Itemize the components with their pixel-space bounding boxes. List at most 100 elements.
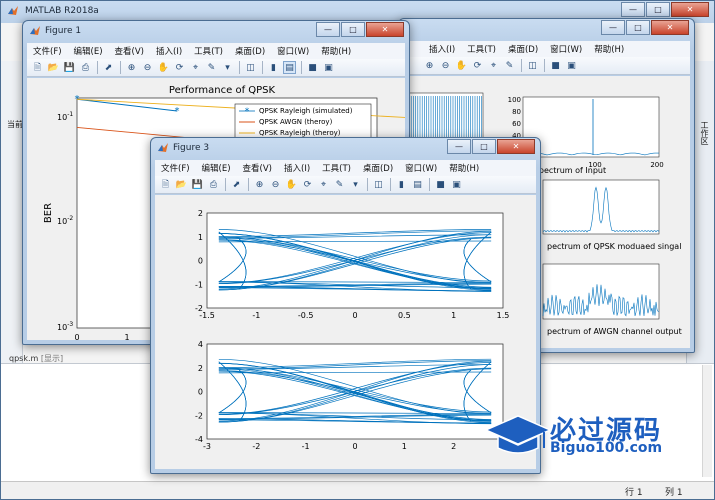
data-cursor-icon[interactable]: ⌖ — [487, 59, 500, 72]
close-button[interactable]: ✕ — [497, 139, 535, 154]
menu-item-4[interactable]: 帮助(H) — [594, 43, 624, 55]
menu-desktop[interactable]: 桌面(D) — [235, 45, 265, 57]
link-icon[interactable]: ◫ — [372, 178, 385, 191]
show-plot-tools-icon[interactable]: ▣ — [322, 61, 335, 74]
menu-view[interactable]: 查看(V) — [243, 162, 272, 174]
figure3-titlebar[interactable]: Figure 3 — □ ✕ — [151, 138, 540, 160]
colorbar-icon[interactable]: ▮ — [395, 178, 408, 191]
zoom-out-icon[interactable]: ⊖ — [141, 61, 154, 74]
menu-file[interactable]: 文件(F) — [33, 45, 62, 57]
zoom-out-icon[interactable]: ⊖ — [269, 178, 282, 191]
zoom-in-icon[interactable]: ⊕ — [125, 61, 138, 74]
close-button[interactable]: ✕ — [366, 22, 404, 37]
zoom-in-icon[interactable]: ⊕ — [423, 59, 436, 72]
brush-icon[interactable]: ✎ — [205, 61, 218, 74]
menu-help[interactable]: 帮助(H) — [321, 45, 351, 57]
ytick: 2 — [198, 209, 203, 218]
maximize-button[interactable]: □ — [472, 139, 496, 154]
ytick: 60 — [512, 120, 521, 128]
menu-item-1[interactable]: 工具(T) — [467, 43, 496, 55]
link-icon[interactable]: ◫ — [526, 59, 539, 72]
menu-tools[interactable]: 工具(T) — [194, 45, 223, 57]
menu-view[interactable]: 查看(V) — [115, 45, 144, 57]
link-icon[interactable]: ◫ — [244, 61, 257, 74]
menu-edit[interactable]: 编辑(E) — [74, 45, 103, 57]
print-icon[interactable]: ⎙ — [79, 61, 92, 74]
zoom-out-icon[interactable]: ⊖ — [439, 59, 452, 72]
figure1-titlebar[interactable]: Figure 1 — □ ✕ — [23, 21, 409, 43]
zoom-in-icon[interactable]: ⊕ — [253, 178, 266, 191]
xtick: -2 — [252, 442, 260, 451]
menu-item-3[interactable]: 窗口(W) — [550, 43, 582, 55]
menu-tools[interactable]: 工具(T) — [322, 162, 351, 174]
open-file-icon[interactable]: 📂 — [175, 178, 188, 191]
hide-plot-tools-icon[interactable]: ■ — [549, 59, 562, 72]
ytick-10-1: 10-1 — [57, 111, 73, 122]
show-plot-tools-icon[interactable]: ▣ — [565, 59, 578, 72]
maximize-button[interactable]: □ — [626, 20, 650, 35]
print-icon[interactable]: ⎙ — [207, 178, 220, 191]
rotate-icon[interactable]: ⟳ — [471, 59, 484, 72]
close-button[interactable]: ✕ — [651, 20, 689, 35]
xtick: -1 — [252, 311, 260, 320]
edit-plot-icon[interactable]: ⬈ — [230, 178, 243, 191]
menu-edit[interactable]: 编辑(E) — [202, 162, 231, 174]
maximize-button[interactable]: □ — [646, 2, 670, 17]
maximize-button[interactable]: □ — [341, 22, 365, 37]
ber-legend[interactable]: * QPSK Rayleigh (simulated) QPSK AWGN (t… — [234, 103, 372, 141]
rotate-icon[interactable]: ⟳ — [301, 178, 314, 191]
status-bar: 行 1 列 1 — [1, 481, 714, 499]
minimize-button[interactable]: — — [601, 20, 625, 35]
save-icon[interactable]: 💾 — [191, 178, 204, 191]
hide-plot-tools-icon[interactable]: ■ — [434, 178, 447, 191]
figure-bg-titlebar[interactable]: — □ ✕ — [399, 19, 694, 41]
current-folder-tab[interactable]: 当前 — [7, 119, 23, 130]
open-file-icon[interactable]: 📂 — [47, 61, 60, 74]
hide-plot-tools-icon[interactable]: ■ — [306, 61, 319, 74]
menu-item-0[interactable]: 插入(I) — [429, 43, 455, 55]
current-folder-panel[interactable] — [1, 61, 23, 379]
menu-window[interactable]: 窗口(W) — [277, 45, 309, 57]
menu-insert[interactable]: 插入(I) — [156, 45, 182, 57]
new-figure-icon[interactable]: 🗎 — [159, 178, 172, 191]
rotate-icon[interactable]: ⟳ — [173, 61, 186, 74]
menu-item-2[interactable]: 桌面(D) — [508, 43, 538, 55]
dropdown-icon[interactable]: ▾ — [349, 178, 362, 191]
pan-icon[interactable]: ✋ — [157, 61, 170, 74]
legend-icon[interactable]: ▤ — [283, 61, 296, 74]
close-button[interactable]: ✕ — [671, 2, 709, 17]
data-cursor-icon[interactable]: ⌖ — [317, 178, 330, 191]
pan-icon[interactable]: ✋ — [455, 59, 468, 72]
menu-help[interactable]: 帮助(H) — [449, 162, 479, 174]
new-figure-icon[interactable]: 🗎 — [31, 61, 44, 74]
menu-desktop[interactable]: 桌面(D) — [363, 162, 393, 174]
colorbar-icon[interactable]: ▮ — [267, 61, 280, 74]
ytick: 1 — [198, 233, 203, 242]
figure-icon — [158, 143, 168, 152]
pan-icon[interactable]: ✋ — [285, 178, 298, 191]
command-scrollbar[interactable] — [702, 365, 712, 477]
menu-insert[interactable]: 插入(I) — [284, 162, 310, 174]
dropdown-icon[interactable]: ▾ — [221, 61, 234, 74]
workspace-tab[interactable]: 工作区 — [696, 121, 710, 145]
legend-entry: QPSK Rayleigh (simulated) — [259, 107, 353, 115]
xtick: 100 — [588, 161, 601, 169]
figure3-toolbar: 🗎 📂 💾 ⎙ ⬈ ⊕ ⊖ ✋ ⟳ ⌖ ✎ ▾ ◫ ▮ ▤ ■ ▣ — [155, 176, 536, 194]
data-cursor-icon[interactable]: ⌖ — [189, 61, 202, 74]
minimize-button[interactable]: — — [621, 2, 645, 17]
matlab-logo-icon — [8, 6, 18, 15]
legend-icon[interactable]: ▤ — [411, 178, 424, 191]
figure3-window[interactable]: Figure 3 — □ ✕ 文件(F) 编辑(E) 查看(V) 插入(I) 工… — [150, 137, 541, 474]
menu-file[interactable]: 文件(F) — [161, 162, 190, 174]
editor-tab[interactable]: qpsk.m [显示] — [9, 353, 63, 364]
xtick: 200 — [650, 161, 663, 169]
minimize-button[interactable]: — — [316, 22, 340, 37]
xtick: 2 — [451, 442, 456, 451]
menu-window[interactable]: 窗口(W) — [405, 162, 437, 174]
save-icon[interactable]: 💾 — [63, 61, 76, 74]
brush-icon[interactable]: ✎ — [503, 59, 516, 72]
brush-icon[interactable]: ✎ — [333, 178, 346, 191]
edit-plot-icon[interactable]: ⬈ — [102, 61, 115, 74]
minimize-button[interactable]: — — [447, 139, 471, 154]
show-plot-tools-icon[interactable]: ▣ — [450, 178, 463, 191]
